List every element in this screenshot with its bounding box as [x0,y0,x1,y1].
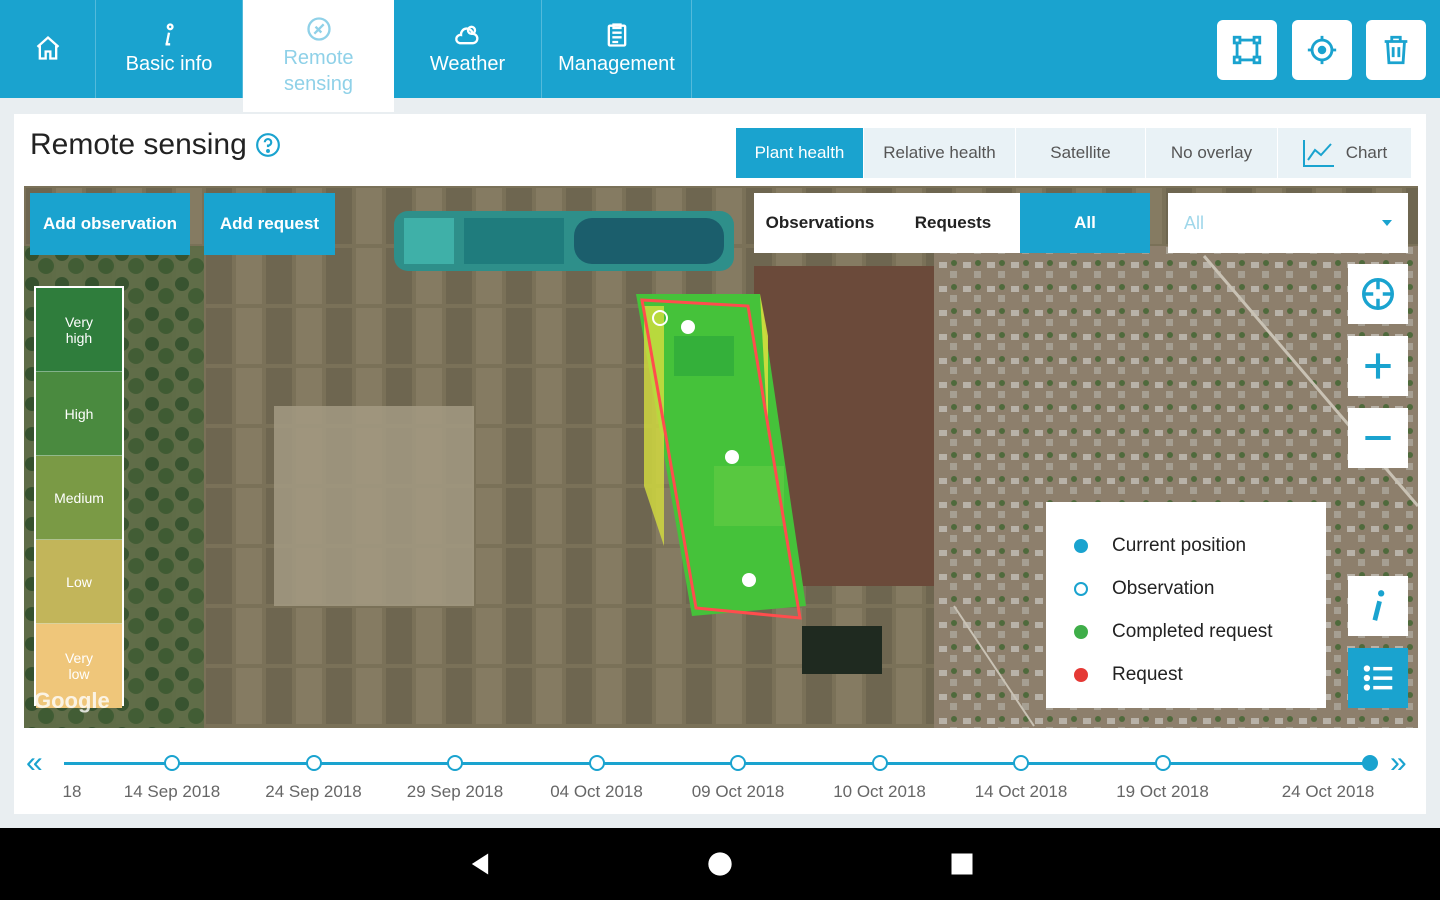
remote-sensing-panel: Remote sensing Plant health Relative hea… [14,114,1426,814]
legend-label: Request [1112,663,1183,685]
tab-weather[interactable]: Weather [394,0,542,98]
legend-current-position: Current position [1074,524,1326,567]
timeline-prev-icon[interactable]: « [26,746,43,780]
dropdown-value: All [1184,212,1205,233]
timeline-node[interactable] [164,755,180,771]
info-italic-icon [1372,590,1385,621]
info-button[interactable] [1348,576,1408,636]
home-icon [36,35,59,60]
trash-icon [1384,35,1408,65]
help-icon[interactable] [255,132,281,158]
timeline-node[interactable] [1154,755,1171,771]
crosshair-icon [1307,35,1337,65]
caret-down-icon [1382,220,1392,226]
timeline-date-label[interactable]: 09 Oct 2018 [692,782,785,802]
filter-all[interactable]: All [1020,193,1150,253]
filter-requests[interactable]: Requests [886,193,1020,253]
legend-request: Request [1074,653,1326,696]
tab-remote-sensing[interactable]: Remote sensing [243,0,394,112]
request-dot [1074,667,1088,682]
timeline-node[interactable] [871,755,888,771]
scale-high: High [36,372,122,456]
timeline-node[interactable] [447,755,463,771]
recents-icon[interactable] [948,850,976,878]
observation-dot [1074,581,1088,596]
timeline-next-icon[interactable]: » [1390,746,1407,780]
timeline-date-label[interactable]: 24 Sep 2018 [265,782,361,802]
timeline-date-label[interactable]: 24 Oct 2018 [1282,782,1375,802]
top-nav-bar: Basic info Remote sensing Weather Manage… [0,0,1440,112]
tab-basic-info-label: Basic info [125,53,213,75]
marker-legend: Current position Observation Completed r… [1046,502,1326,708]
add-observation-button[interactable]: Add observation [30,193,190,255]
timeline-node[interactable] [1013,755,1029,771]
marker-filter: Observations Requests All [754,193,1150,253]
legend-observation: Observation [1074,567,1326,610]
view-mode-selector: Plant health Relative health Satellite N… [736,128,1412,178]
compass-icon [1362,278,1394,310]
timeline-node[interactable] [588,755,605,771]
zoom-in-button[interactable] [1348,336,1408,396]
recenter-button[interactable] [1348,264,1408,324]
scale-low: Low [36,540,122,624]
date-timeline: « 18 14 Sep 2018 24 Sep 2018 29 Sep 2018 04 … [14,744,1426,804]
clipboard-icon [607,23,626,47]
draw-field-button[interactable] [1217,20,1277,80]
timeline-date-label[interactable]: 14 Sep 2018 [124,782,220,802]
scale-medium: Medium [36,456,122,540]
view-chart-label: Chart [1345,143,1388,162]
tab-basic-info[interactable]: Basic info [96,0,243,98]
plus-icon [1365,353,1391,379]
scale-very-high: Very high [36,288,122,372]
timeline-date-label[interactable]: 29 Sep 2018 [407,782,503,802]
map-attribution: Google [34,688,110,713]
observation-type-dropdown[interactable]: All [1168,193,1408,253]
timeline-date-label[interactable]: 10 Oct 2018 [833,782,926,802]
view-plant-health[interactable]: Plant health [736,128,864,178]
zoom-out-button[interactable] [1348,408,1408,468]
timeline-track [64,762,1374,765]
weather-icon [454,25,478,45]
timeline-date-label[interactable]: 04 Oct 2018 [550,782,643,802]
back-icon[interactable] [466,850,494,878]
info-icon [165,23,174,46]
delete-button[interactable] [1366,20,1426,80]
view-chart[interactable]: Chart [1278,128,1412,178]
filter-observations[interactable]: Observations [754,193,886,253]
timeline-date-label[interactable]: 19 Oct 2018 [1116,782,1209,802]
current-position-dot [1074,538,1088,553]
timeline-node[interactable] [305,755,322,771]
view-satellite[interactable]: Satellite [1016,128,1146,178]
timeline-node[interactable] [730,755,746,771]
satellite-map[interactable]: Add observation Add request Observations… [24,186,1418,728]
timeline-date-label[interactable]: 18 [63,782,82,802]
tab-home[interactable] [0,0,96,98]
list-icon [1363,665,1393,691]
minus-icon [1365,435,1391,441]
legend-completed-request: Completed request [1074,610,1326,653]
legend-label: Current position [1112,534,1247,556]
page-title: Remote sensing [30,128,247,161]
tab-remote-sensing-label: Remote sensing [283,47,354,95]
line-chart-icon [1302,140,1334,167]
timeline-node[interactable] [1362,755,1378,771]
polygon-draw-icon [1232,35,1262,65]
system-nav-bar [0,828,1440,900]
completed-request-dot [1074,624,1088,639]
home-nav-icon[interactable] [706,850,734,878]
page-title-row: Remote sensing [30,128,281,162]
legend-toggle-button[interactable] [1348,648,1408,708]
tab-weather-label: Weather [429,53,506,75]
health-scale-legend: Very high High Medium Low Very low [34,286,124,708]
legend-label: Observation [1112,577,1215,599]
add-request-button[interactable]: Add request [204,193,335,255]
view-no-overlay[interactable]: No overlay [1146,128,1278,178]
view-relative-health[interactable]: Relative health [864,128,1016,178]
tab-management-label: Management [558,53,675,75]
timeline-date-label[interactable]: 14 Oct 2018 [975,782,1068,802]
legend-label: Completed request [1112,620,1273,642]
locate-button[interactable] [1292,20,1352,80]
tab-management[interactable]: Management [542,0,692,98]
satellite-icon [306,17,331,41]
